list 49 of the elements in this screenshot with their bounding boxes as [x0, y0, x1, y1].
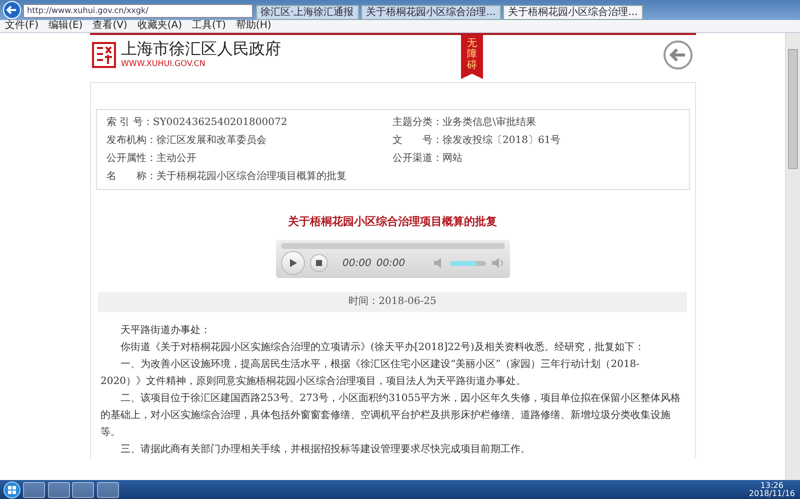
- body-paragraph: 天平路街道办事处：: [120, 324, 212, 338]
- article-title: 关于梧桐花园小区综合治理项目概算的批复: [288, 214, 497, 228]
- site-name: 上海市徐汇区人民政府: [121, 40, 281, 58]
- field-value: 业务类信息\审批结果: [442, 116, 536, 130]
- logo-icon: [92, 42, 116, 68]
- menu-item[interactable]: 收藏夹(A): [132, 20, 187, 32]
- field-label: 公开属性：: [106, 152, 156, 166]
- field-label: 索 引 号：: [106, 116, 153, 130]
- field-value: 徐发改投综〔2018〕61号: [442, 134, 561, 148]
- field-value: 主动公开: [156, 152, 196, 166]
- body-paragraph: 一、为改善小区设施环境，提高居民生活水平，根据《徐汇区住宅小区建设“美丽小区”（家园）三年行动计划（2018-2020）》文件精神，原则同意实施梧桐花园小区综合治理项目，项目法人为天平路街道办事处。: [100, 358, 641, 388]
- menu-item[interactable]: 工具(T): [187, 20, 231, 32]
- browser-tab[interactable]: 关于梧桐花园小区综合治理...: [361, 5, 501, 20]
- volume-high-icon[interactable]: [490, 256, 504, 270]
- site-url: WWW.XUHUI.GOV.CN: [121, 58, 206, 70]
- body-paragraph: 三、请据此商有关部门办理相关手续，并根据招投标等建设管理要求尽快完成项目前期工作。: [120, 442, 532, 456]
- field-label: 发布机构：: [106, 134, 156, 148]
- address-bar[interactable]: http://www.xuhui.gov.cn/xxgk/: [23, 4, 253, 18]
- scrollbar[interactable]: [785, 33, 800, 480]
- field-value: 关于梧桐花园小区综合治理项目概算的批复: [156, 170, 346, 184]
- play-button[interactable]: [280, 251, 304, 275]
- browser-tab[interactable]: 徐汇区·上海徐汇通报: [256, 5, 359, 20]
- menu-item[interactable]: 文件(F): [0, 20, 44, 32]
- play-icon: [288, 258, 298, 268]
- accessibility-ribbon[interactable]: 无障碍: [461, 35, 483, 79]
- browser-tab[interactable]: 关于梧桐花园小区综合治理...: [503, 5, 643, 20]
- progress-track[interactable]: [280, 242, 504, 248]
- field-value: SY0024362540201800072: [152, 116, 288, 130]
- publish-date: 时间：2018-06-25: [348, 296, 436, 307]
- field-value: 网站: [442, 152, 462, 166]
- body-paragraph: 你街道《关于对梧桐花园小区实施综合治理的立项请示》(徐天平办[2018]22号)及相关资料收悉。经研究，批复如下：: [120, 340, 646, 354]
- total-duration: 00:00: [376, 256, 406, 270]
- back-button[interactable]: [2, 1, 20, 19]
- menu-item[interactable]: 编辑(E): [44, 20, 88, 32]
- volume-track[interactable]: [450, 260, 486, 266]
- menu-item[interactable]: 查看(V): [88, 20, 132, 32]
- body-paragraph: 二、该项目位于徐汇区建国西路253号、273号，小区面积约31055平方米，因小区年久失修，项目单位拟在保留小区整体风格的基础上，对小区实施综合治理，具体包括外窗窗套修缮、空调机平台护栏及拱形床护栏修缮、道路修缮、新增垃圾分类收集设施等。: [100, 392, 682, 440]
- stop-button[interactable]: [310, 254, 328, 272]
- field-label: 名 称：: [106, 170, 156, 184]
- clock-time: 13:26: [759, 482, 784, 490]
- elapsed-time: 00:00: [342, 256, 372, 270]
- start-button[interactable]: [2, 480, 20, 498]
- clock-date: 2018/11/16: [748, 490, 795, 498]
- field-label: 文 号：: [392, 134, 442, 148]
- field-value: 徐汇区发展和改革委员会: [156, 134, 266, 148]
- menu-item[interactable]: 帮助(H): [230, 20, 276, 32]
- field-label: 公开渠道：: [392, 152, 442, 166]
- stop-icon: [316, 260, 322, 266]
- field-label: 主题分类：: [392, 116, 442, 130]
